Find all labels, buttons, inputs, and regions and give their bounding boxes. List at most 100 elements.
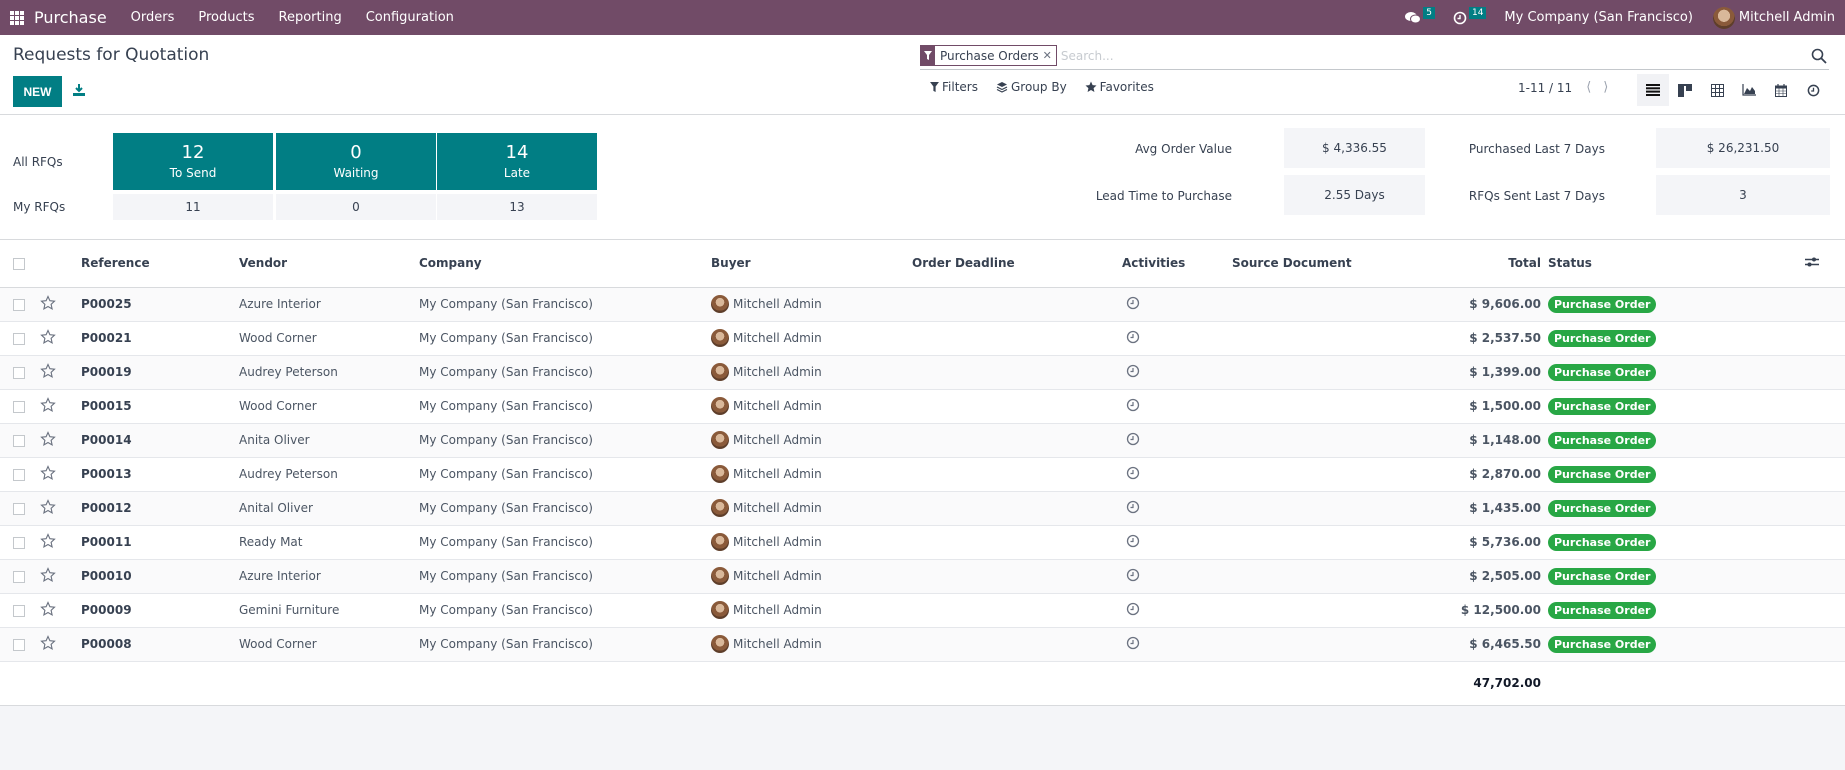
row-checkbox[interactable] (13, 298, 25, 311)
company-switcher[interactable]: My Company (San Francisco) (1504, 10, 1692, 25)
calendar-view-button[interactable] (1765, 74, 1797, 106)
table-row[interactable]: P00009 Gemini Furniture My Company (San … (0, 593, 1845, 628)
star-icon[interactable] (40, 498, 56, 515)
table-row[interactable]: P00013 Audrey Peterson My Company (San F… (0, 457, 1845, 492)
app-brand[interactable]: Purchase (34, 8, 107, 27)
pager-next-icon[interactable]: ⟩ (1603, 80, 1608, 95)
user-menu[interactable]: Mitchell Admin (1712, 6, 1835, 29)
star-icon[interactable] (40, 430, 56, 447)
row-checkbox[interactable] (13, 502, 25, 515)
favorites-button[interactable]: Favorites (1085, 80, 1154, 94)
menu-configuration[interactable]: Configuration (366, 10, 454, 25)
col-reference[interactable]: Reference (81, 240, 239, 288)
activity-clock-icon[interactable] (1126, 534, 1140, 548)
cell-order-deadline (912, 321, 1122, 356)
col-activities[interactable]: Activities (1122, 240, 1232, 288)
new-button[interactable]: NEW (13, 76, 62, 107)
tile-label: Late (503, 166, 531, 180)
my-late[interactable]: 13 (437, 194, 597, 220)
activity-clock-icon[interactable] (1126, 466, 1140, 480)
star-icon[interactable] (40, 600, 56, 617)
activity-view-button[interactable] (1797, 74, 1829, 106)
my-to-send[interactable]: 11 (113, 194, 273, 220)
activity-clock-icon[interactable] (1126, 432, 1140, 446)
pager-previous-icon[interactable]: ⟨ (1586, 80, 1591, 95)
table-row[interactable]: P00012 Anital Oliver My Company (San Fra… (0, 491, 1845, 526)
col-buyer[interactable]: Buyer (711, 240, 912, 288)
graph-view-button[interactable] (1733, 74, 1765, 106)
pivot-view-button[interactable] (1701, 74, 1733, 106)
table-row[interactable]: P00014 Anita Oliver My Company (San Fran… (0, 423, 1845, 458)
activity-clock-icon[interactable] (1126, 296, 1140, 310)
row-checkbox[interactable] (13, 366, 25, 379)
search-facet: Purchase Orders ✕ (920, 45, 1057, 66)
col-total[interactable]: Total (1417, 240, 1548, 288)
row-checkbox[interactable] (13, 434, 25, 447)
star-icon[interactable] (40, 464, 56, 481)
download-icon[interactable] (72, 83, 86, 97)
star-icon[interactable] (40, 566, 56, 583)
table-row[interactable]: P00008 Wood Corner My Company (San Franc… (0, 627, 1845, 662)
activity-clock-icon[interactable] (1126, 602, 1140, 616)
row-checkbox[interactable] (13, 400, 25, 413)
row-checkbox[interactable] (13, 468, 25, 481)
cell-buyer: Mitchell Admin (711, 355, 912, 390)
cell-total: $ 1,500.00 (1417, 389, 1548, 424)
row-checkbox[interactable] (13, 536, 25, 549)
menu-products[interactable]: Products (198, 10, 254, 25)
cell-order-deadline (912, 627, 1122, 662)
cell-status: Purchase Order (1548, 593, 1805, 628)
groupby-button[interactable]: Group By (996, 80, 1067, 94)
search-input[interactable] (1060, 48, 1811, 63)
row-checkbox[interactable] (13, 604, 25, 617)
filters-button[interactable]: Filters (930, 80, 978, 94)
tile-to-send[interactable]: 12 To Send (113, 133, 273, 190)
buyer-avatar (711, 499, 729, 517)
activity-clock-icon[interactable] (1126, 398, 1140, 412)
messages-button[interactable]: 5 (1405, 6, 1435, 25)
col-company[interactable]: Company (419, 240, 711, 288)
activity-clock-icon[interactable] (1126, 330, 1140, 344)
list-view-button[interactable] (1637, 74, 1669, 106)
optional-columns-icon[interactable] (1805, 256, 1819, 268)
cell-source-document (1232, 389, 1417, 424)
pager-value[interactable]: 1-11 / 11 (1518, 81, 1572, 95)
menu-reporting[interactable]: Reporting (279, 10, 342, 25)
row-checkbox[interactable] (13, 638, 25, 651)
star-icon[interactable] (40, 294, 56, 311)
star-icon[interactable] (40, 532, 56, 549)
cell-activities (1122, 287, 1232, 322)
col-source-document[interactable]: Source Document (1232, 240, 1417, 288)
col-status[interactable]: Status (1548, 240, 1805, 288)
apps-menu-icon[interactable] (10, 10, 24, 25)
table-row[interactable]: P00011 Ready Mat My Company (San Francis… (0, 525, 1845, 560)
activity-clock-icon[interactable] (1126, 364, 1140, 378)
table-row[interactable]: P00019 Audrey Peterson My Company (San F… (0, 355, 1845, 390)
table-row[interactable]: P00025 Azure Interior My Company (San Fr… (0, 287, 1845, 322)
row-checkbox[interactable] (13, 570, 25, 583)
tile-waiting[interactable]: 0 Waiting (276, 133, 436, 190)
activity-clock-icon[interactable] (1126, 568, 1140, 582)
menu-orders[interactable]: Orders (131, 10, 175, 25)
col-vendor[interactable]: Vendor (239, 240, 419, 288)
select-all-checkbox[interactable] (13, 257, 25, 270)
table-row[interactable]: P00021 Wood Corner My Company (San Franc… (0, 321, 1845, 356)
facet-remove-icon[interactable]: ✕ (1043, 49, 1056, 62)
activity-clock-icon[interactable] (1126, 636, 1140, 650)
star-icon[interactable] (40, 362, 56, 379)
row-checkbox[interactable] (13, 332, 25, 345)
col-order-deadline[interactable]: Order Deadline (912, 240, 1122, 288)
kanban-view-button[interactable] (1669, 74, 1701, 106)
my-waiting[interactable]: 0 (276, 194, 436, 220)
table-row[interactable]: P00010 Azure Interior My Company (San Fr… (0, 559, 1845, 594)
buyer-avatar (711, 397, 729, 415)
search-icon[interactable] (1811, 48, 1827, 64)
star-icon[interactable] (40, 634, 56, 651)
table-row[interactable]: P00015 Wood Corner My Company (San Franc… (0, 389, 1845, 424)
star-icon[interactable] (40, 396, 56, 413)
cell-order-deadline (912, 423, 1122, 458)
tile-late[interactable]: 14 Late (437, 133, 597, 190)
star-icon[interactable] (40, 328, 56, 345)
activity-clock-icon[interactable] (1126, 500, 1140, 514)
activities-button[interactable]: 14 (1453, 6, 1487, 25)
